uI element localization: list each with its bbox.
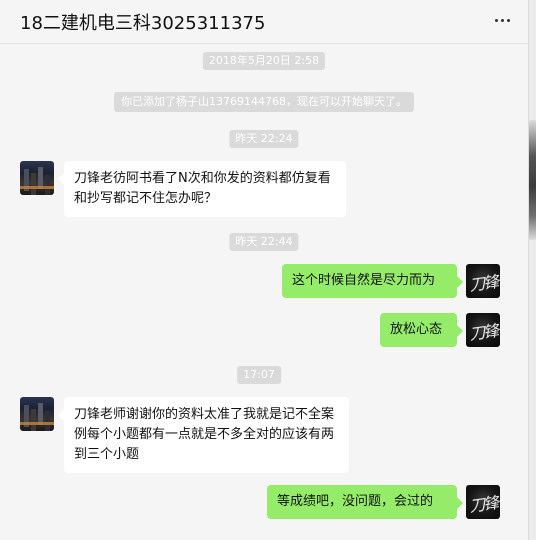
chat-title: 18二建机电三科3025311375 <box>20 13 266 34</box>
contact-avatar[interactable] <box>20 161 54 195</box>
my-avatar[interactable]: 刀锋 <box>466 313 500 347</box>
scrollbar-thumb[interactable] <box>529 120 536 240</box>
timestamp-chip: 17:07 <box>237 366 281 384</box>
scrollbar-track[interactable] <box>528 0 536 540</box>
my-avatar[interactable]: 刀锋 <box>466 485 500 519</box>
message-bubble-incoming[interactable]: 刀锋老彷阿书看了N次和你发的资料都仿复看和抄写都记不住怎办呢？ <box>58 161 346 217</box>
avatar-glyph: 刀锋 <box>468 272 499 295</box>
message-bubble-outgoing[interactable]: 等成绩吧，没问题，会过的 <box>267 485 463 519</box>
more-dot <box>494 18 498 22</box>
message-bubble-outgoing[interactable]: 放松心态 <box>380 313 463 347</box>
timestamp-chip: 昨天 22:44 <box>229 233 299 251</box>
timestamp-chip: 2018年5月20日 2:58 <box>202 52 326 70</box>
message-bubble-outgoing[interactable]: 这个时候自然是尽力而为 <box>282 264 463 298</box>
message-list[interactable]: 2018年5月20日 2:58 你已添加了杨子山13769144768，现在可以… <box>0 45 528 540</box>
my-avatar[interactable]: 刀锋 <box>466 264 500 298</box>
system-notice: 你已添加了杨子山13769144768，现在可以开始聊天了。 <box>114 92 414 112</box>
more-options-icon[interactable] <box>490 10 514 30</box>
message-bubble-incoming[interactable]: 刀锋老师谢谢你的资料太准了我就是记不全案例每个小题都有一点就是不多全对的应该有两… <box>58 397 349 473</box>
timestamp-chip: 昨天 22:24 <box>229 130 299 148</box>
chat-window: 18二建机电三科3025311375 2018年5月20日 2:58 你已添加了… <box>0 0 536 540</box>
more-dot <box>500 18 504 22</box>
more-dot <box>506 18 510 22</box>
chat-header: 18二建机电三科3025311375 <box>0 0 528 44</box>
avatar-glyph: 刀锋 <box>468 493 499 516</box>
avatar-glyph: 刀锋 <box>468 321 499 344</box>
contact-avatar[interactable] <box>20 397 54 431</box>
